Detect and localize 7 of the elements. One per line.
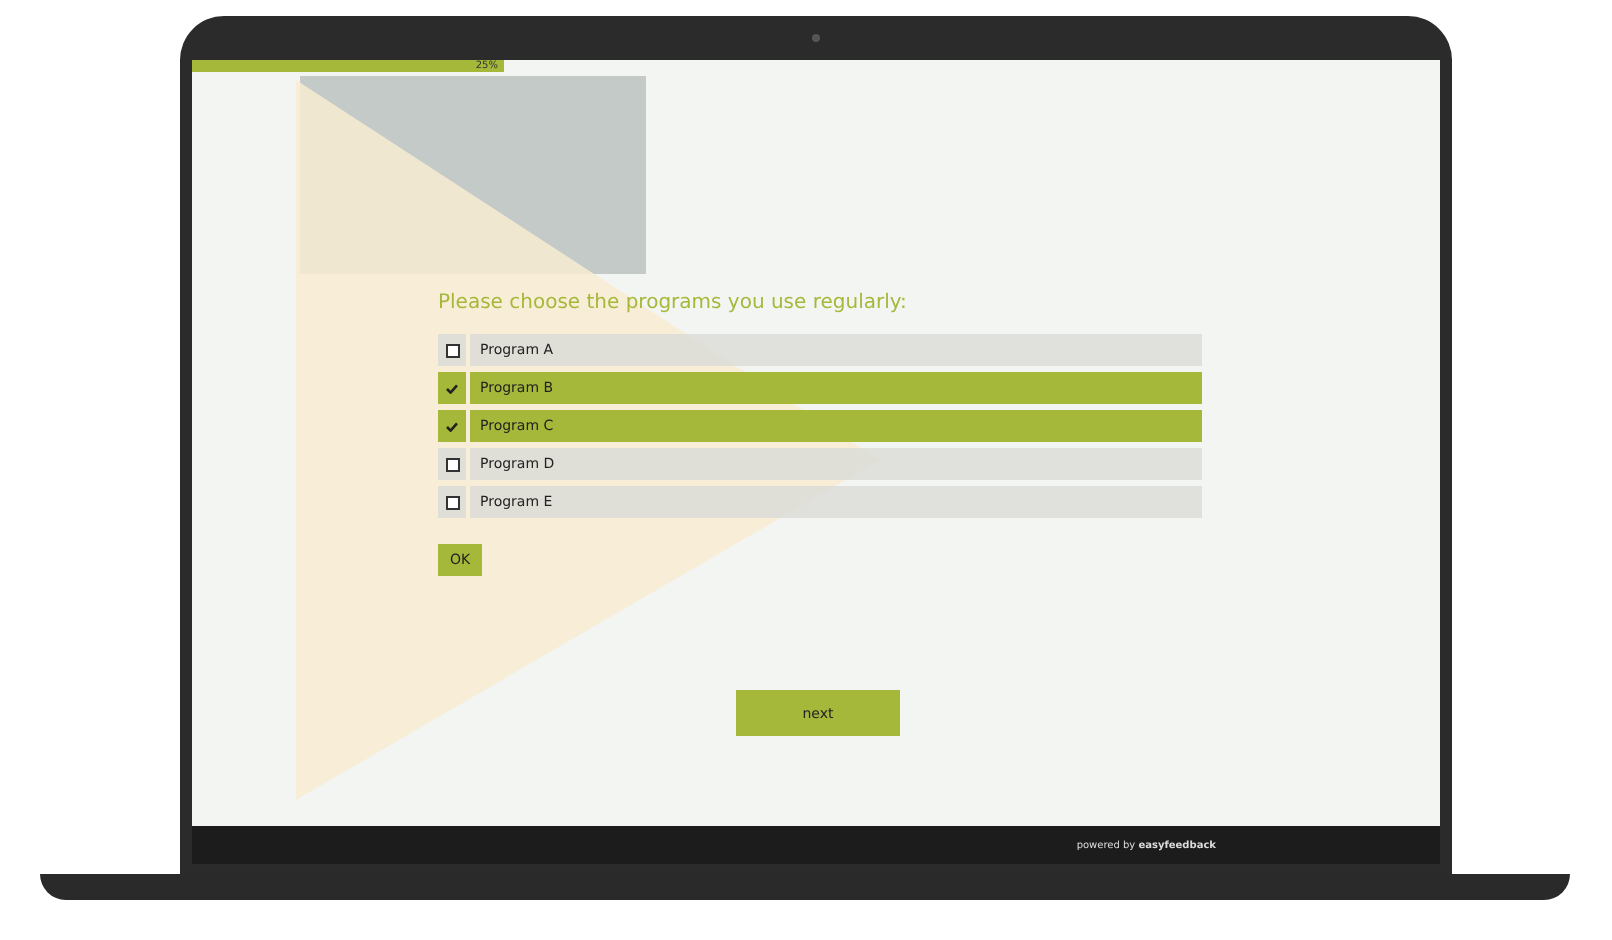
checkmark-icon[interactable] bbox=[446, 421, 458, 431]
question-text: Please choose the programs you use regularly: bbox=[438, 292, 909, 314]
checkbox[interactable] bbox=[445, 495, 459, 509]
checkbox[interactable] bbox=[445, 343, 459, 357]
checkbox[interactable] bbox=[445, 457, 459, 471]
camera-dot bbox=[812, 34, 820, 42]
checkmark-icon[interactable] bbox=[446, 383, 458, 393]
